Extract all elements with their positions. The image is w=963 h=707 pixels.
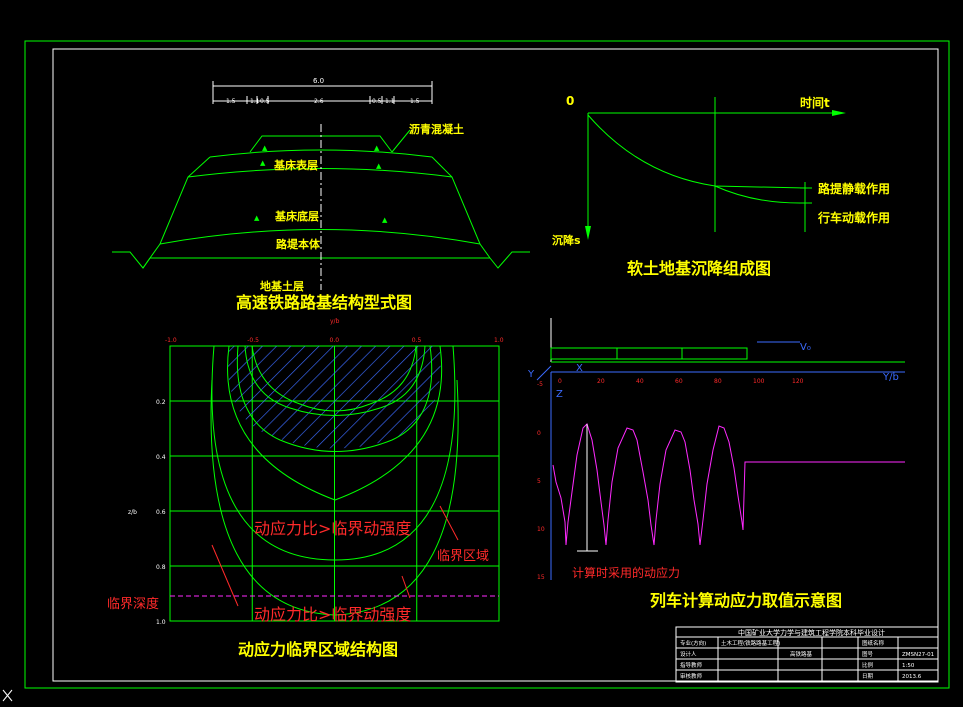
svg-text:▲: ▲ — [374, 144, 380, 152]
dim-total: 6.0 — [313, 77, 324, 85]
title-block: 中国矿业大学力学与建筑工程学院本科毕业设计 专业(方向) 土木工程(铁路路基工程… — [675, 626, 939, 683]
svg-text:2013.6: 2013.6 — [902, 674, 922, 680]
v0-label: V₀ — [800, 342, 811, 353]
dim-5: 0.5 — [372, 98, 382, 105]
y-tick-label: 0.4 — [156, 454, 166, 461]
ratio-gt-label: 动应力比>临界动强度 — [254, 519, 411, 538]
embankment-body-label: 路堤本体 — [276, 237, 321, 251]
svg-text:指导教师: 指导教师 — [680, 661, 703, 669]
svg-text:▲: ▲ — [262, 144, 268, 152]
dim-1: 1.5 — [226, 98, 236, 105]
train-load-label: 行车动载作用 — [817, 210, 890, 225]
axis-yb-label: Y/b — [882, 372, 899, 383]
svg-text:▲: ▲ — [254, 214, 260, 222]
axis-z-label: Z — [556, 389, 563, 400]
embankment-title: 高速铁路路基结构型式图 — [236, 293, 412, 312]
y-tick-label: -5 — [537, 381, 543, 388]
static-load-label: 路提静载作用 — [818, 181, 890, 196]
y-tick-label: 15 — [537, 574, 545, 581]
svg-text:图号: 图号 — [862, 650, 874, 658]
ratio-lt-label: 动应力比>临界动强度 — [254, 605, 411, 624]
dim-3: 0.5 — [260, 98, 270, 105]
y-tick-label: 5 — [537, 478, 541, 485]
x-tick-label: 40 — [636, 378, 644, 385]
y-tick-label: 0.2 — [156, 399, 166, 406]
settle-axis-label: 沉降s — [552, 233, 581, 247]
embankment-drawing: 6.0 1.5 1.1 0.5 2.6 0.5 1.1 1.5 ▲ ▲ ▲ ▲ … — [112, 77, 530, 312]
settlement-title: 软土地基沉降组成图 — [627, 259, 771, 278]
axis-y-label: Y — [527, 369, 535, 380]
base-bottom-label: 基床底层 — [274, 209, 319, 223]
y-tick-label: 10 — [537, 526, 545, 533]
foundation-label: 地基土层 — [260, 279, 304, 293]
y-tick-label: 1.0 — [156, 619, 166, 626]
train-stress-chart: V₀ Y X Z Y/b 0 20 40 60 80 100 120 -5 0 5 10 15 计算… — [527, 318, 905, 610]
hatched-zone — [227, 346, 441, 449]
adopted-stress-label: 计算时采用的动应力 — [572, 565, 680, 580]
cad-drawing: 6.0 1.5 1.1 0.5 2.6 0.5 1.1 1.5 ▲ ▲ ▲ ▲ … — [2, 40, 950, 702]
x-tick-label: -1.0 — [165, 337, 177, 344]
top-yb-label: y/b — [330, 318, 340, 325]
svg-text:审核教师: 审核教师 — [680, 672, 703, 680]
svg-text:图纸名称: 图纸名称 — [862, 639, 885, 647]
x-tick-label: -0.5 — [247, 337, 259, 344]
x-tick-label: 0 — [558, 378, 562, 385]
dynamic-stress-curve — [552, 423, 905, 546]
settlement-drawing: 0 时间t 沉降s 路提静载作用 行车动载作用 软土地基沉降组成图 — [552, 94, 890, 278]
x-tick-label: 100 — [753, 378, 765, 385]
axis-x-label: X — [576, 363, 583, 374]
y-tick-label: 0.6 — [156, 509, 166, 516]
train-title: 列车计算动应力取值示意图 — [650, 591, 842, 610]
origin-label: 0 — [566, 94, 574, 108]
svg-text:比例: 比例 — [862, 661, 874, 669]
svg-text:▲: ▲ — [376, 162, 382, 170]
zb-axis-label: z/b — [128, 509, 137, 516]
svg-text:▲: ▲ — [382, 216, 388, 224]
x-tick-label: 1.0 — [494, 337, 504, 344]
svg-text:日期: 日期 — [862, 673, 874, 680]
y-tick-label: 0 — [537, 430, 541, 437]
svg-text:高铁路基: 高铁路基 — [790, 650, 813, 658]
x-tick-label: 60 — [675, 378, 683, 385]
x-tick-label: 0.0 — [330, 337, 340, 344]
critical-zone-label: 临界区域 — [437, 549, 489, 564]
dim-6: 1.1 — [385, 98, 395, 105]
critical-depth-label: 临界深度 — [107, 596, 159, 612]
svg-text:▲: ▲ — [260, 159, 266, 167]
title-block-header: 中国矿业大学力学与建筑工程学院本科毕业设计 — [738, 628, 885, 637]
time-axis-label: 时间t — [800, 95, 830, 110]
x-tick-label: 80 — [714, 378, 722, 385]
svg-text:专业(方向): 专业(方向) — [680, 639, 706, 647]
svg-text:土木工程(铁路路基工程): 土木工程(铁路路基工程) — [721, 639, 780, 647]
asphalt-label: 沥青混凝土 — [409, 122, 464, 136]
y-tick-label: 0.8 — [156, 564, 166, 571]
x-tick-label: 120 — [792, 378, 804, 385]
svg-text:1:50: 1:50 — [902, 663, 915, 669]
svg-text:ZMSN27-01: ZMSN27-01 — [902, 652, 934, 658]
inner-frame — [52, 48, 939, 682]
critical-title: 动应力临界区域结构图 — [238, 640, 398, 659]
critical-zone-chart: -1.0 -0.5 0.0 0.5 1.0 0.2 0.4 0.6 0.8 1.0 y/b z/… — [107, 318, 504, 659]
x-tick-label: 0.5 — [412, 337, 422, 344]
dim-2: 1.1 — [250, 98, 260, 105]
svg-text:设计人: 设计人 — [680, 650, 697, 658]
x-tick-label: 20 — [597, 378, 605, 385]
dim-7: 1.5 — [410, 98, 420, 105]
base-surface-label: 基床表层 — [273, 158, 318, 172]
dim-4: 2.6 — [314, 98, 324, 105]
